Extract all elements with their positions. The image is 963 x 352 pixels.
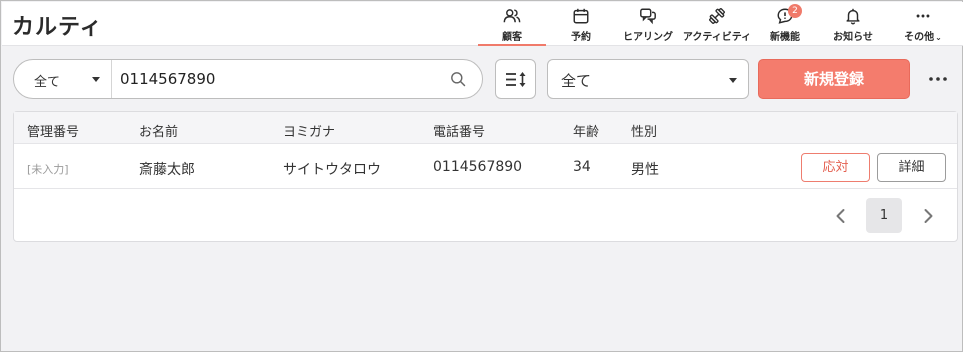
app-frame: カルティ 顧客 予約 ヒアリング アクティビティ 2 新機能 お知らせ その他⌄… — [0, 0, 963, 352]
active-tab-indicator — [478, 44, 546, 46]
table-header: 管理番号 お名前 ヨミガナ 電話番号 年齢 性別 — [14, 112, 957, 144]
app-logo: カルティ — [12, 15, 103, 40]
column-header-gender: 性別 — [631, 125, 658, 140]
search-icon[interactable] — [450, 71, 466, 87]
notification-badge: 2 — [788, 4, 802, 18]
dumbbell-icon — [709, 8, 725, 24]
nav-item-label: 顧客 — [502, 32, 522, 43]
nav-item-notices[interactable]: お知らせ — [824, 2, 882, 46]
users-icon — [503, 9, 521, 23]
nav-item-label: 予約 — [571, 32, 591, 43]
calendar-icon — [573, 8, 589, 24]
bell-icon — [846, 8, 860, 25]
nav-item-hearing[interactable]: ヒアリング — [616, 2, 680, 46]
search-scope-select[interactable]: 全て — [14, 60, 112, 98]
search-scope-value: 全て — [34, 75, 61, 90]
caret-down-icon — [92, 77, 100, 82]
nav-item-label: その他⌄ — [892, 28, 954, 43]
column-header-phone: 電話番号 — [433, 125, 486, 140]
more-menu-icon[interactable] — [923, 69, 953, 89]
nav-item-new-features[interactable]: 2 新機能 — [758, 2, 812, 46]
search-box: 全て — [13, 59, 483, 99]
cell-kana: サイトウタロウ — [283, 162, 381, 178]
column-header-name: お名前 — [139, 125, 179, 140]
column-header-id: 管理番号 — [27, 125, 80, 140]
chevron-left-icon[interactable] — [831, 206, 851, 226]
nav-item-label: ヒアリング — [623, 32, 673, 43]
chat-bubbles-icon — [640, 8, 656, 25]
sort-button[interactable] — [495, 59, 536, 99]
cell-age: 34 — [573, 159, 591, 175]
column-header-kana: ヨミガナ — [283, 125, 336, 140]
chevron-right-icon[interactable] — [918, 206, 938, 226]
cell-id: [未入力] — [27, 163, 69, 176]
respond-button[interactable]: 応対 — [801, 153, 870, 182]
nav-item-more[interactable]: その他⌄ — [892, 2, 954, 46]
nav-item-label: アクティビティ — [682, 32, 752, 43]
customer-table-card: 管理番号 お名前 ヨミガナ 電話番号 年齢 性別 [未入力] 斎藤太郎 サイトウ… — [13, 111, 958, 242]
cell-phone: 0114567890 — [433, 159, 523, 175]
nav-item-label: 新機能 — [770, 32, 800, 43]
nav-item-reservations[interactable]: 予約 — [550, 2, 612, 46]
filter-select[interactable]: 全て — [547, 59, 749, 99]
pagination-current-page[interactable]: 1 — [866, 198, 902, 233]
nav-item-activity[interactable]: アクティビティ — [682, 2, 752, 46]
register-button[interactable]: 新規登録 — [758, 59, 910, 99]
chevron-down-icon: ⌄ — [935, 33, 942, 42]
sort-icon — [506, 72, 526, 87]
more-dots-icon — [916, 14, 930, 18]
search-input[interactable] — [120, 67, 440, 91]
nav-item-customers[interactable]: 顧客 — [478, 2, 546, 46]
filter-select-value: 全て — [561, 72, 592, 90]
detail-button[interactable]: 詳細 — [877, 153, 946, 182]
column-header-age: 年齢 — [573, 125, 600, 140]
app-header: カルティ 顧客 予約 ヒアリング アクティビティ 2 新機能 お知らせ その他⌄ — [2, 2, 963, 46]
nav-item-label-text: その他 — [904, 32, 935, 43]
cell-name: 斎藤太郎 — [139, 162, 195, 178]
table-row[interactable]: [未入力] 斎藤太郎 サイトウタロウ 0114567890 34 男性 応対 詳… — [14, 145, 957, 189]
cell-gender: 男性 — [631, 162, 659, 178]
nav-item-label: お知らせ — [833, 32, 873, 43]
caret-down-icon — [729, 78, 737, 83]
